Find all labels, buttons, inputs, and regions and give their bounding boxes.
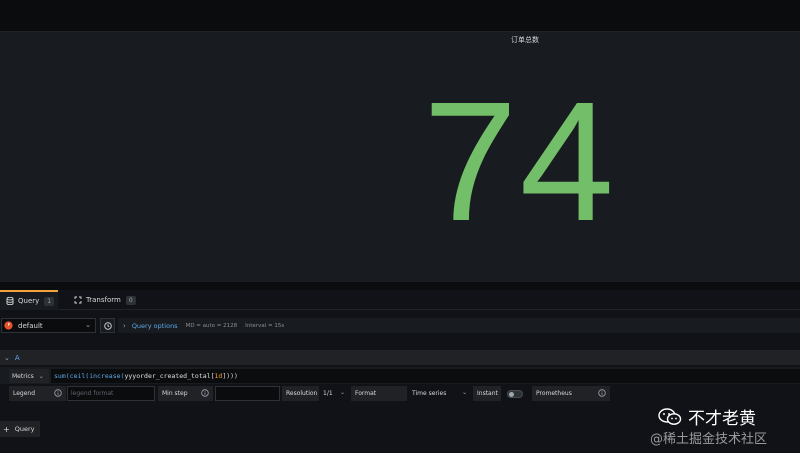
panel-divider[interactable] (0, 282, 800, 290)
query-options-label: Query options (131, 321, 178, 330)
query-expression-input[interactable]: sum(ceil(increase(yyyorder_created_total… (51, 369, 800, 383)
chevron-down-icon: ⌄ (85, 321, 91, 329)
tab-query-label: Query (18, 297, 40, 305)
query-ref-id: A (14, 353, 20, 362)
metrics-label: Metrics (12, 372, 34, 380)
query-options-interval: Interval = 15s (245, 322, 285, 329)
format-select[interactable]: Time series ⌄ (409, 386, 471, 401)
expr-increase: increase( (89, 372, 125, 380)
expr-sum: sum( (54, 372, 70, 380)
plus-icon: + (3, 424, 10, 434)
expr-ceil: ceil( (69, 372, 90, 380)
datasource-name: default (18, 321, 43, 330)
tab-transform-label: Transform (86, 296, 121, 304)
chevron-right-icon: › (123, 321, 126, 330)
stat-panel (0, 32, 800, 282)
format-label: Format (351, 386, 407, 401)
legend-label-text: Legend (13, 390, 36, 397)
expr-metric: yyyorder_created_total (124, 372, 211, 380)
add-query-label: Query (14, 425, 35, 433)
resolution-label: Resolution (282, 386, 319, 401)
top-bar (0, 0, 800, 32)
query-history-button[interactable] (100, 318, 115, 333)
chevron-down-icon: ⌄ (4, 353, 10, 362)
tab-query[interactable]: Query 1 (0, 290, 58, 310)
watermark-author: 不才老黄 (658, 404, 756, 429)
min-step-label-text: Min step (162, 390, 188, 397)
info-icon[interactable] (201, 389, 209, 397)
prometheus-icon (4, 321, 13, 330)
instant-toggle[interactable] (507, 390, 523, 398)
watermark-site: @稀土掘金技术社区 (650, 432, 768, 447)
expr-close: ))) (226, 372, 238, 380)
resolution-select[interactable]: 1/1 ⌄ (320, 386, 349, 401)
chevron-down-icon: ⌄ (339, 389, 345, 396)
tab-transform[interactable]: Transform 0 (74, 290, 144, 310)
legend-format-input[interactable]: legend format (67, 386, 155, 401)
info-icon[interactable] (598, 389, 606, 397)
prometheus-label-text: Prometheus (536, 390, 572, 397)
prometheus-label: Prometheus (532, 386, 610, 401)
resolution-label-text: Resolution (286, 390, 318, 397)
format-value: Time series (412, 390, 447, 397)
database-icon (6, 297, 14, 305)
legend-format-placeholder: legend format (71, 390, 114, 397)
min-step-input[interactable] (215, 386, 280, 401)
query-header[interactable]: ⌄ A (0, 350, 800, 365)
resolution-value: 1/1 (323, 390, 333, 397)
metrics-row: Metrics ⌄ sum(ceil(increase(yyyorder_cre… (0, 367, 800, 384)
add-query-button[interactable]: + Query (0, 421, 40, 437)
chevron-down-icon: ⌄ (461, 389, 467, 396)
panel-title[interactable]: 订单总数 (0, 35, 800, 45)
instant-label-text: Instant (477, 390, 498, 397)
transform-icon (74, 296, 82, 304)
watermark: 不才老黄 @稀土掘金技术社区 (650, 404, 798, 449)
info-icon[interactable] (54, 389, 62, 397)
history-icon (103, 321, 112, 330)
instant-label: Instant (473, 386, 501, 401)
datasource-select[interactable]: default ⌄ (1, 318, 96, 333)
query-options-md: MD = auto = 2128 (185, 322, 238, 329)
min-step-label: Min step (158, 386, 213, 401)
stat-value: 74 (423, 67, 617, 257)
watermark-author-text: 不才老黄 (688, 409, 756, 429)
tab-transform-count: 0 (125, 295, 136, 305)
datasource-row: default ⌄ › Query options MD = auto = 21… (0, 318, 800, 334)
wechat-icon (658, 407, 682, 425)
format-label-text: Format (355, 390, 377, 397)
query-options-toggle[interactable]: › Query options MD = auto = 2128 Interva… (118, 318, 800, 333)
editor-tabs: Query 1 Transform 0 (0, 290, 800, 310)
metrics-browser-button[interactable]: Metrics ⌄ (9, 369, 49, 383)
chevron-down-icon: ⌄ (38, 372, 44, 380)
query-options-row: Legend legend format Min step Resolution… (0, 386, 800, 402)
tab-query-count: 1 (44, 296, 55, 306)
legend-label: Legend (9, 386, 66, 401)
